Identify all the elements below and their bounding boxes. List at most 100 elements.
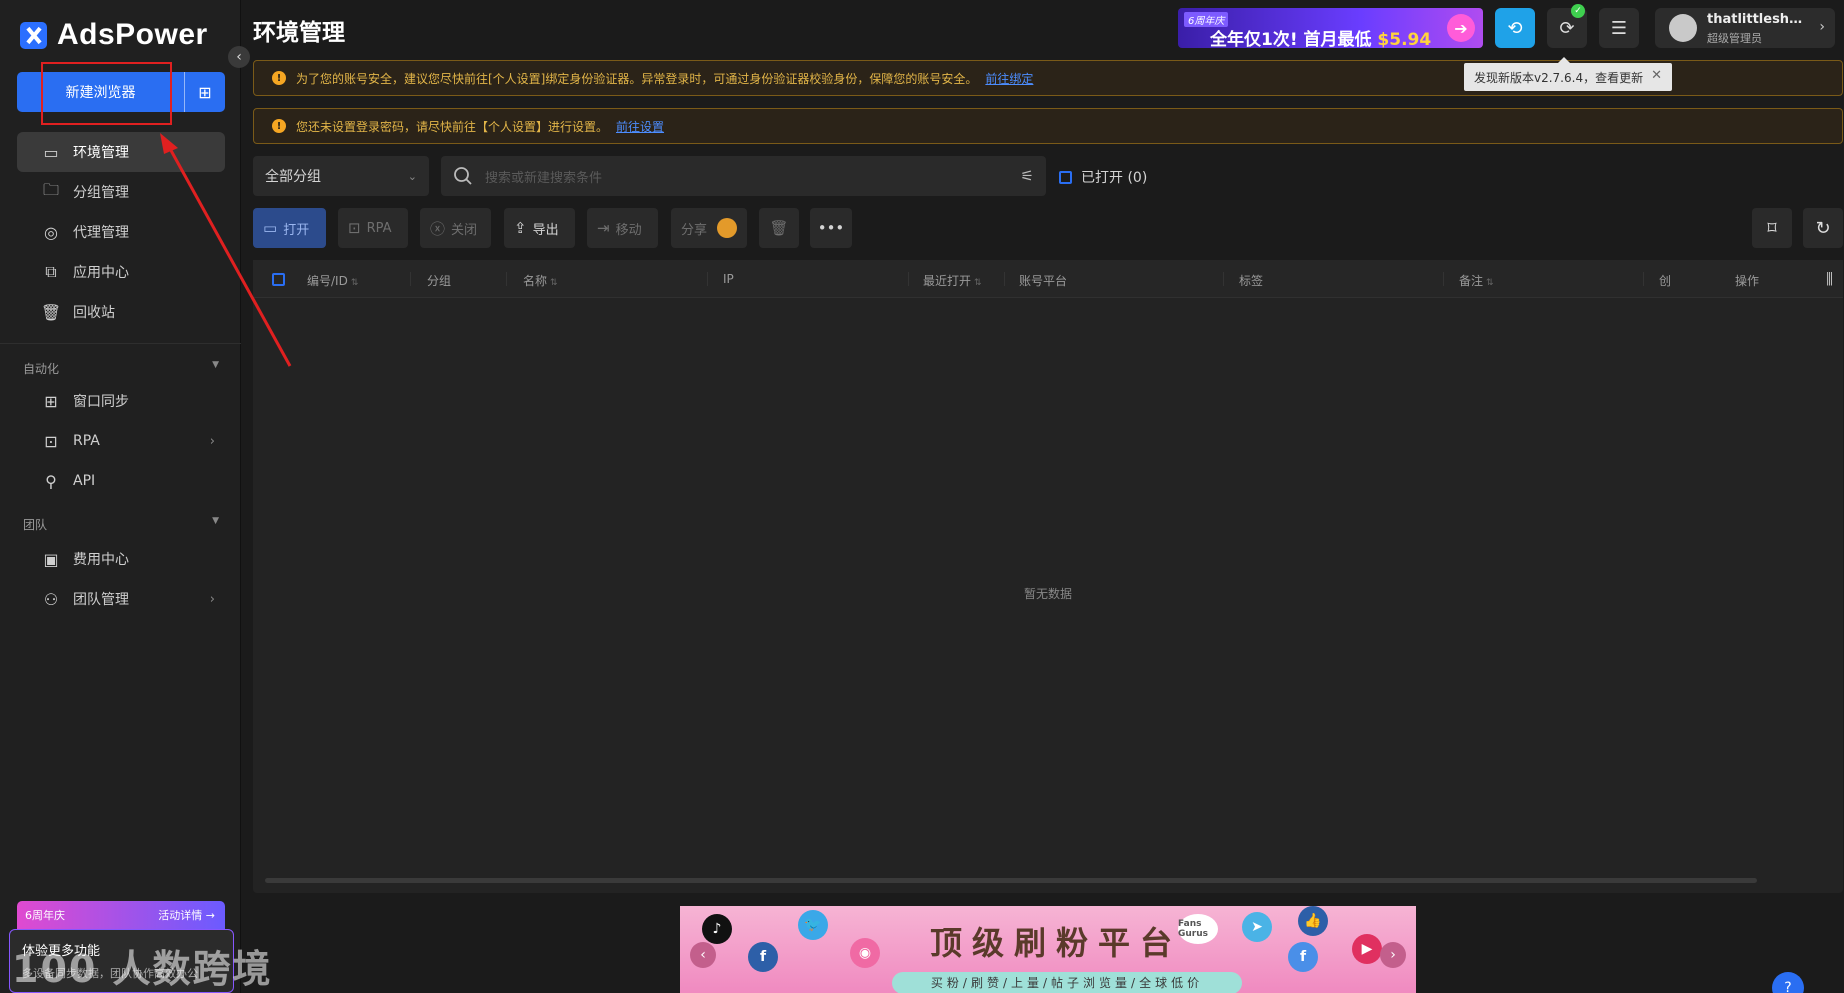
column-header-name[interactable]: 名称 ⇅ [523,272,558,289]
sidebar: AdsPower 新建浏览器 ⊞ ▭ 环境管理 🗀 分组管理 ◎ 代理管理 ⧉ … [0,0,271,993]
caret-down-icon: ▼ [212,360,219,370]
move-icon: ⇥ [597,219,610,237]
column-header-group: 分组 [427,272,451,289]
bottom-ad-banner[interactable]: ‹ ♪ f 🐦 ◉ 顶级刷粉平台 Fans Gurus ➤ 👍 f ▶ › 买粉… [680,906,1416,993]
sidebar-item-env-management[interactable]: ▭ 环境管理 [17,132,225,172]
filter-settings-icon[interactable]: ⚟ [1021,167,1034,185]
chevron-right-icon: › [209,591,215,607]
youtube-icon: ▶ [1352,934,1382,964]
sort-icon: ⇅ [550,278,558,288]
sync-app-icon[interactable]: ⟲ [1495,8,1535,48]
group-select-value: 全部分组 [265,169,321,185]
ad-text: 全年仅1次! 首月最低 $5.94 [1210,25,1431,48]
collapse-sidebar-icon[interactable]: ‹ [228,46,250,68]
section-team[interactable]: 团队 ▼ [23,516,219,533]
sidebar-item-proxy-management[interactable]: ◎ 代理管理 [17,212,225,252]
close-label: 关闭 [451,222,478,238]
column-divider [1223,272,1224,286]
search-input[interactable]: 搜索或新建搜索条件 ⚟ [441,156,1046,196]
sidebar-item-window-sync[interactable]: ⊞ 窗口同步 [17,381,225,421]
section-label: 团队 [23,518,48,532]
planet-icon [717,218,737,238]
share-label: 分享 [681,222,708,238]
user-menu[interactable]: thatlittlesheep... 超级管理员 › [1655,8,1835,48]
table-header: 编号/ID ⇅ 分组 名称 ⇅ IP 最近打开 ⇅ 账号平台 标签 备注 ⇅ 创 操作 … [253,260,1843,298]
export-label: 导出 [532,222,559,238]
delete-button[interactable]: 🗑 [759,208,799,248]
chevron-right-icon[interactable]: › [1380,942,1406,968]
column-divider [506,272,507,286]
column-header-id[interactable]: 编号/ID ⇅ [307,272,358,289]
close-browser-button[interactable]: ⓧ 关闭 [420,208,491,248]
group-select[interactable]: 全部分组 ⌄ [253,156,429,196]
open-button[interactable]: ▭ 打开 [253,208,326,248]
telegram-icon: ➤ [1242,912,1272,942]
promo-link[interactable]: 活动详情 → [158,907,215,923]
column-header-last-opened[interactable]: 最近打开 ⇅ [923,272,982,289]
alert-text: 您还未设置登录密码，请尽快前往【个人设置】进行设置。 [296,119,609,134]
sidebar-item-app-center[interactable]: ⧉ 应用中心 [17,252,225,292]
instagram-icon: ◉ [850,938,880,968]
chevron-left-icon[interactable]: ‹ [690,942,716,968]
alert-link[interactable]: 前往绑定 [985,70,1033,87]
horizontal-scrollbar[interactable] [265,878,1757,883]
sidebar-item-label: 费用中心 [73,552,129,568]
column-header-actions: 操作 [1735,272,1759,289]
batch-import-icon[interactable]: ⊞ [185,72,225,112]
sidebar-item-recycle-bin[interactable]: 🗑 回收站 [17,292,225,332]
sort-icon: ⇅ [974,278,982,288]
sidebar-item-billing[interactable]: ▣ 费用中心 [17,539,225,579]
search-icon [454,167,472,185]
select-all-checkbox[interactable] [272,273,285,286]
update-icon[interactable]: ⟳ ✓ [1547,4,1587,48]
tag-icon[interactable]: ⌑ [1752,208,1792,248]
empty-state: 暂无数据 [1023,587,1072,601]
section-automation[interactable]: 自动化 ▼ [23,360,219,377]
anniversary-ad-banner[interactable]: 6周年庆 全年仅1次! 首月最低 $5.94 ➔ [1178,8,1483,48]
proxy-icon: ◎ [44,222,58,242]
puzzle-icon: ⧉ [45,262,57,281]
check-badge-icon: ✓ [1571,4,1585,18]
opened-checkbox[interactable]: 已打开 (0) [1059,167,1147,187]
sidebar-item-api[interactable]: ⚲ API [17,461,225,501]
sidebar-item-group-management[interactable]: 🗀 分组管理 [17,172,225,212]
column-label: 账号平台 [1019,274,1068,288]
support-icon[interactable]: ? [1772,972,1804,993]
sidebar-item-label: 代理管理 [73,225,129,241]
column-header-tags: 标签 [1239,272,1263,289]
column-divider [1004,272,1005,286]
refresh-icon[interactable]: ↻ [1803,208,1843,248]
user-role: 超级管理员 [1707,32,1762,45]
more-button[interactable]: ••• [810,208,852,248]
menu-list-icon[interactable]: ☰ [1599,8,1639,48]
move-button[interactable]: ⇥ 移动 [587,208,658,248]
alert-link[interactable]: 前往设置 [616,118,664,135]
warning-icon: ! [272,71,286,85]
open-label: 打开 [283,222,310,238]
column-label: 标签 [1239,274,1264,288]
more-horizontal-icon: ••• [817,219,845,237]
update-tooltip[interactable]: 发现新版本v2.7.6.4，查看更新 ✕ [1464,57,1672,91]
sort-icon: ⇅ [1486,278,1494,288]
arrow-right-icon: ➔ [1447,14,1475,42]
close-circle-icon: ⓧ [430,219,446,238]
section-label: 自动化 [23,362,60,376]
export-button[interactable]: ⇪ 导出 [504,208,575,248]
column-header-notes[interactable]: 备注 ⇅ [1459,272,1494,289]
promo-banner[interactable]: 6周年庆 活动详情 → [17,901,225,929]
sidebar-item-rpa[interactable]: ⊡ RPA › [17,421,225,461]
app-logo[interactable]: AdsPower [20,18,208,52]
opened-label: 已打开 (0) [1081,170,1148,186]
rpa-button[interactable]: ⊡ RPA [338,208,408,248]
column-settings-icon[interactable]: ⫼ [1826,270,1833,288]
sidebar-item-team-management[interactable]: ⚇ 团队管理 › [17,579,225,619]
promo-tag: 6周年庆 [25,909,65,922]
thumbs-up-icon: 👍 [1298,906,1328,936]
column-divider [908,272,909,286]
share-button[interactable]: 分享 [671,208,747,248]
plug-icon: ⚲ [45,471,57,491]
close-icon[interactable]: ✕ [1651,68,1662,83]
user-name: thatlittlesheep... [1707,12,1807,27]
watermark: 100 人数跨境 [12,947,273,991]
robot-icon: ⊡ [348,219,361,237]
